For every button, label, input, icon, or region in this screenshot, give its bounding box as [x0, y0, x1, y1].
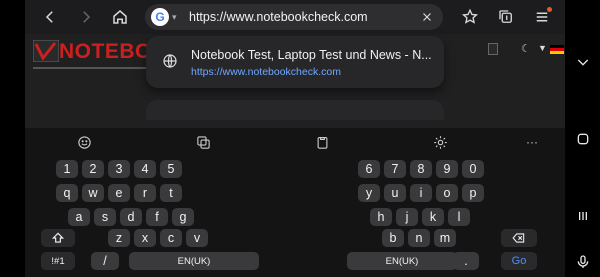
suggestion-url: https://www.notebookcheck.com [191, 66, 341, 78]
system-navigation-bar [565, 0, 600, 277]
key-right-6[interactable]: 6 [358, 160, 380, 178]
space-key-right[interactable]: EN(UK) [347, 252, 457, 270]
clipboard-button[interactable] [312, 132, 332, 152]
key-right-n[interactable]: n [408, 229, 430, 247]
chevron-down-icon [577, 59, 589, 66]
address-bar[interactable]: G ▾ https://www.notebookcheck.com [145, 4, 443, 30]
key-right-7[interactable]: 7 [384, 160, 406, 178]
recents-nav-button[interactable] [571, 204, 595, 228]
key-left-5[interactable]: 5 [160, 160, 182, 178]
key-right-k[interactable]: k [422, 208, 444, 226]
split-keyboard: ··· !#1 / EN(UK) EN(UK) . Go 12345 qwert a… [25, 128, 565, 277]
key-right-m[interactable]: m [434, 229, 456, 247]
url-suggestion[interactable]: Notebook Test, Laptop Test und News - N.… [146, 36, 444, 88]
clipboard-icon [317, 136, 327, 149]
dropdown-arrow-icon[interactable]: ▼ [538, 43, 547, 53]
star-plus-icon [461, 8, 479, 24]
tabs-button[interactable] [493, 4, 519, 30]
search-engine-logo[interactable]: G [151, 8, 169, 26]
key-right-p[interactable]: p [462, 184, 484, 202]
key-left-d[interactable]: d [120, 208, 142, 226]
key-right-h[interactable]: h [370, 208, 392, 226]
bookmark-button[interactable] [457, 4, 483, 30]
key-left-f[interactable]: f [146, 208, 168, 226]
chevron-down-icon[interactable]: ▾ [172, 12, 177, 23]
back-button[interactable] [37, 4, 63, 30]
more-button[interactable]: ··· [522, 132, 542, 152]
shift-arrow-icon [51, 232, 65, 243]
suggestion-title: Notebook Test, Laptop Test und News - N.… [191, 48, 432, 62]
divider [33, 67, 163, 69]
key-right-u[interactable]: u [384, 184, 406, 202]
globe-icon [163, 54, 177, 68]
tabs-icon [499, 10, 512, 23]
browser-toolbar: G ▾ https://www.notebookcheck.com [25, 0, 565, 34]
voice-input-button[interactable] [571, 250, 595, 274]
key-left-3[interactable]: 3 [108, 160, 130, 178]
smiley-icon [77, 135, 91, 149]
backspace-icon [512, 233, 525, 243]
key-left-q[interactable]: q [56, 184, 78, 202]
key-left-x[interactable]: x [134, 229, 156, 247]
key-left-c[interactable]: c [160, 229, 182, 247]
site-search-box[interactable] [488, 43, 498, 55]
shift-key[interactable] [41, 229, 75, 247]
key-left-4[interactable]: 4 [134, 160, 156, 178]
go-key[interactable]: Go [501, 252, 537, 270]
emoji-button[interactable] [74, 132, 94, 152]
key-right-8[interactable]: 8 [410, 160, 432, 178]
recents-icon [579, 212, 587, 220]
dark-mode-icon[interactable]: ☾ [521, 42, 531, 55]
period-key[interactable]: . [453, 252, 479, 270]
close-icon [423, 13, 431, 21]
key-right-b[interactable]: b [382, 229, 404, 247]
key-left-a[interactable]: a [68, 208, 90, 226]
backspace-key[interactable] [501, 229, 537, 247]
notification-dot [547, 7, 552, 12]
menu-button[interactable] [529, 4, 555, 30]
chevron-right-icon [83, 11, 91, 23]
screen: G ▾ https://www.notebookcheck.com NOTEBO… [0, 0, 600, 277]
language-flag-icon[interactable] [550, 45, 564, 54]
key-right-j[interactable]: j [396, 208, 418, 226]
chevron-left-icon [45, 11, 53, 23]
key-right-o[interactable]: o [436, 184, 458, 202]
hide-keyboard-button[interactable] [571, 50, 595, 74]
key-left-w[interactable]: w [82, 184, 104, 202]
keyboard-settings-button[interactable] [430, 132, 450, 152]
key-right-9[interactable]: 9 [436, 160, 458, 178]
key-right-0[interactable]: 0 [462, 160, 484, 178]
rounded-square-icon [577, 133, 589, 145]
home-nav-button[interactable] [571, 127, 595, 151]
key-left-s[interactable]: s [94, 208, 116, 226]
sticker-icon [196, 135, 210, 149]
key-left-e[interactable]: e [108, 184, 130, 202]
clear-url-button[interactable] [417, 7, 437, 27]
slash-key[interactable]: / [91, 252, 119, 270]
site-logo-mark [33, 40, 59, 62]
key-left-1[interactable]: 1 [56, 160, 78, 178]
key-right-l[interactable]: l [448, 208, 470, 226]
key-left-z[interactable]: z [108, 229, 130, 247]
sticker-button[interactable] [193, 132, 213, 152]
key-right-i[interactable]: i [410, 184, 432, 202]
key-left-t[interactable]: t [160, 184, 182, 202]
forward-button[interactable] [73, 4, 99, 30]
key-left-2[interactable]: 2 [82, 160, 104, 178]
space-key-left[interactable]: EN(UK) [129, 252, 259, 270]
symbols-key[interactable]: !#1 [41, 252, 75, 270]
key-left-g[interactable]: g [172, 208, 194, 226]
gear-icon [433, 135, 447, 149]
microphone-icon [577, 255, 589, 268]
key-right-y[interactable]: y [358, 184, 380, 202]
key-left-r[interactable]: r [134, 184, 156, 202]
suggestion-panel-partial [146, 100, 444, 120]
key-left-v[interactable]: v [186, 229, 208, 247]
home-icon [113, 10, 127, 24]
url-input[interactable]: https://www.notebookcheck.com [189, 10, 368, 24]
home-button[interactable] [107, 4, 133, 30]
